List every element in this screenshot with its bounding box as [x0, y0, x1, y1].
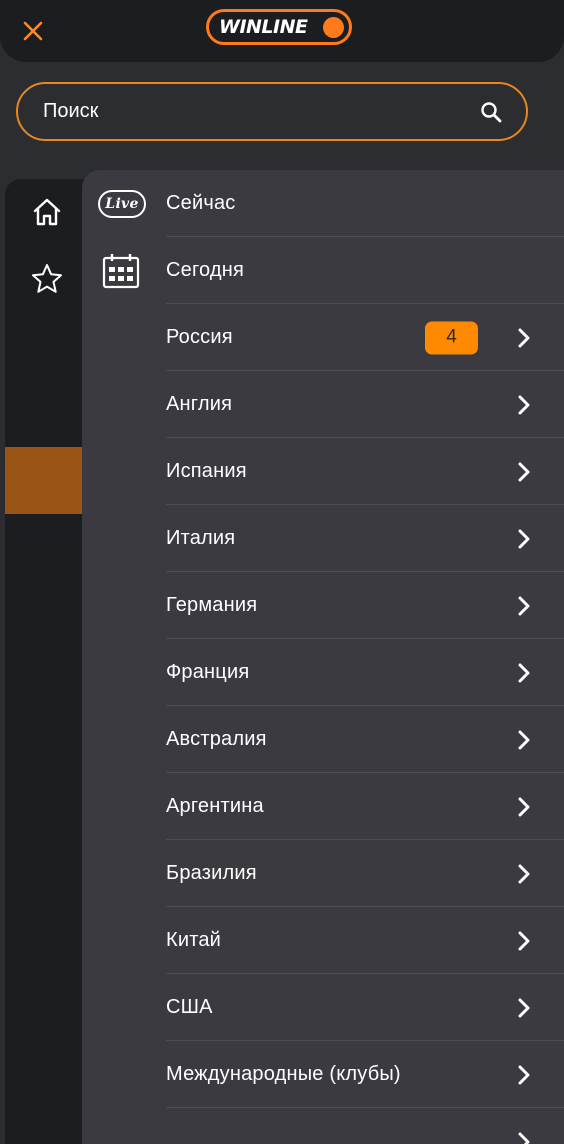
- menu-item-russia[interactable]: Россия 4: [82, 304, 564, 371]
- menu-item-partial[interactable]: [82, 1108, 564, 1144]
- chevron-right-icon: [514, 1063, 534, 1087]
- chevron-right-icon: [514, 862, 534, 886]
- menu-item-usa[interactable]: США: [82, 974, 564, 1041]
- menu-item-france[interactable]: Франция: [82, 639, 564, 706]
- chevron-right-icon: [514, 326, 534, 350]
- chevron-right-icon: [514, 661, 534, 685]
- star-icon: [32, 264, 62, 293]
- chevron-right-icon: [514, 795, 534, 819]
- menu-item-label: Италия: [166, 527, 236, 549]
- close-button[interactable]: [16, 14, 50, 48]
- menu-item-label: Аргентина: [166, 795, 264, 817]
- menu-item-label: Сейчас: [166, 192, 236, 214]
- menu-item-today[interactable]: Сегодня: [82, 237, 564, 304]
- menu-item-label: США: [166, 996, 213, 1018]
- menu-item-label: Австралия: [166, 728, 267, 750]
- chevron-right-icon: [514, 460, 534, 484]
- menu-item-label: Бразилия: [166, 862, 257, 884]
- menu-item-label: Испания: [166, 460, 247, 482]
- menu-item-label: Англия: [166, 393, 233, 415]
- menu-item-australia[interactable]: Австралия: [82, 706, 564, 773]
- count-badge: 4: [425, 321, 478, 354]
- search-input[interactable]: [43, 100, 478, 123]
- live-badge: Live: [98, 189, 146, 218]
- chevron-right-icon: [514, 527, 534, 551]
- chevron-right-icon: [514, 1130, 534, 1144]
- logo-dot-icon: [323, 17, 344, 38]
- menu-item-label: Франция: [166, 661, 250, 683]
- menu-item-china[interactable]: Китай: [82, 907, 564, 974]
- menu-item-argentina[interactable]: Аргентина: [82, 773, 564, 840]
- close-icon: [23, 21, 43, 41]
- rail-home-button[interactable]: [29, 194, 65, 230]
- live-icon: Live: [98, 189, 146, 218]
- chevron-right-icon: [514, 929, 534, 953]
- menu-item-germany[interactable]: Германия: [82, 572, 564, 639]
- menu-item-label: Китай: [166, 929, 222, 951]
- sport-menu: Live Сейчас Сегодня Россия 4 Англия Испа…: [82, 170, 564, 1144]
- chevron-right-icon: [514, 594, 534, 618]
- menu-item-england[interactable]: Англия: [82, 371, 564, 438]
- menu-item-label: Германия: [166, 594, 258, 616]
- rail-favorites-button[interactable]: [29, 261, 65, 297]
- menu-item-international-clubs[interactable]: Международные (клубы): [82, 1041, 564, 1108]
- menu-item-italy[interactable]: Италия: [82, 505, 564, 572]
- home-icon: [33, 198, 61, 226]
- search-bar: [16, 82, 528, 141]
- chevron-right-icon: [514, 728, 534, 752]
- search-icon[interactable]: [478, 99, 504, 125]
- menu-item-spain[interactable]: Испания: [82, 438, 564, 505]
- menu-item-now[interactable]: Live Сейчас: [82, 170, 564, 237]
- calendar-icon: [102, 253, 140, 289]
- menu-item-label: Международные (клубы): [166, 1063, 401, 1085]
- menu-item-label: Россия: [166, 326, 233, 348]
- menu-item-brazil[interactable]: Бразилия: [82, 840, 564, 907]
- winline-logo[interactable]: WINLINE: [206, 9, 352, 45]
- top-bar: WINLINE: [0, 0, 564, 62]
- chevron-right-icon: [514, 393, 534, 417]
- logo-text: WINLINE: [219, 16, 308, 38]
- menu-item-label: Сегодня: [166, 259, 245, 281]
- chevron-right-icon: [514, 996, 534, 1020]
